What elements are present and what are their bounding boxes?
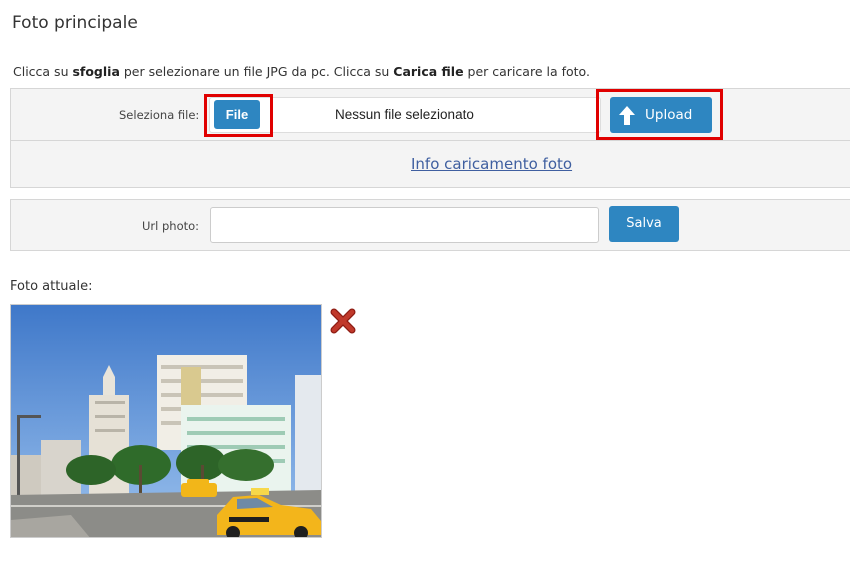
instructions-bold-sfoglia: sfoglia [72,64,120,79]
instructions-bold-carica-file: Carica file [393,64,464,79]
no-file-selected-text: Nessun file selezionato [335,107,474,122]
current-photo-image [10,304,322,538]
upload-button-highlight [596,89,723,140]
url-photo-input[interactable] [210,207,599,243]
select-file-label: Seleziona file: [119,108,200,122]
delete-x-icon[interactable] [329,307,357,335]
url-panel: Url photo: Salva [10,199,850,251]
page-title: Foto principale [12,13,138,33]
upload-panel: Seleziona file: File Nessun file selezio… [10,88,850,188]
info-upload-link[interactable]: Info caricamento foto [411,155,572,173]
instructions-part2: per selezionare un file JPG da pc. Clicc… [119,64,394,79]
instructions-text: Clicca su sfoglia per selezionare un fil… [13,64,590,79]
instructions-part3: per caricare la foto. [463,64,590,79]
current-photo-label: Foto attuale: [10,279,93,294]
save-button[interactable]: Salva [609,206,679,242]
file-button-highlight [204,94,273,137]
instructions-part1: Clicca su [13,64,73,79]
miami-street-photo [11,305,321,537]
upload-row: Seleziona file: File Nessun file selezio… [11,89,850,141]
url-photo-label: Url photo: [142,219,200,233]
